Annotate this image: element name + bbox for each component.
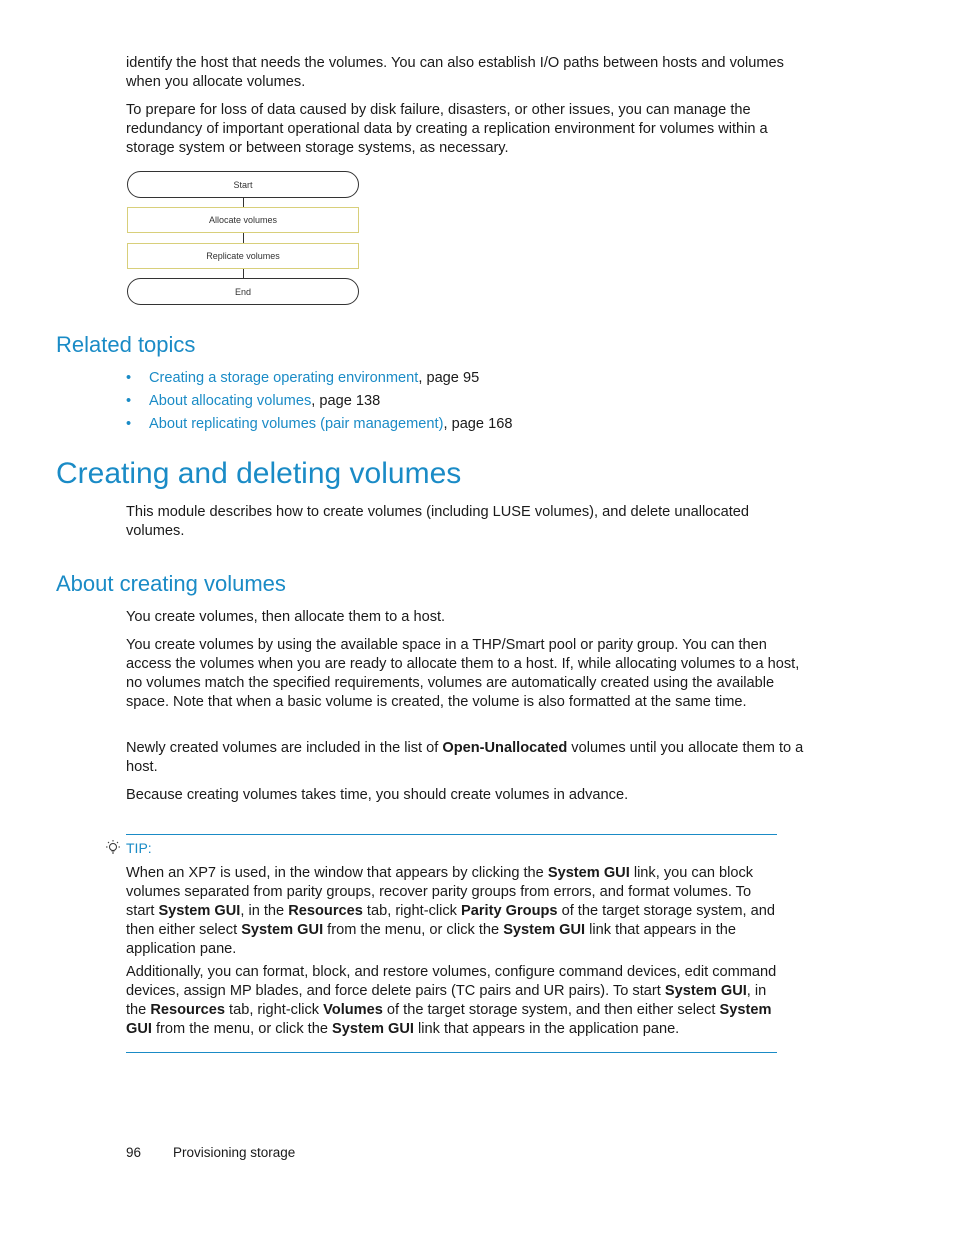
ui-term: System GUI [547,865,630,881]
flow-connector [243,269,244,278]
flow-connector [243,233,244,243]
ui-term: System GUI [503,922,586,938]
related-topic-link[interactable]: Creating a storage operating environment [149,370,418,386]
bullet: • [126,370,132,386]
tip-text: TIP: [126,840,152,856]
tip-paragraph-1: When an XP7 is used, in the window that … [126,864,781,959]
flow-node-allocate: Allocate volumes [127,207,359,233]
ui-term: Resources [150,1002,225,1018]
text: , in the [240,903,289,919]
subsection-paragraph-1: You create volumes, then allocate them t… [126,609,446,625]
text: When an XP7 is used, in the window that … [126,865,548,881]
section-intro: This module describes how to create volu… [126,504,749,539]
ui-term: System GUI [158,903,241,919]
tip-bottom-rule [126,1052,777,1053]
text: link that appears in the application pan… [413,1021,680,1037]
intro-paragraph-2: To prepare for loss of data caused by di… [126,102,768,156]
tip-top-rule [126,834,777,835]
flowchart: Start Allocate volumes Replicate volumes… [127,171,361,307]
chapter-title: Provisioning storage [173,1145,296,1160]
related-topic-link[interactable]: About allocating volumes [149,393,311,409]
bullet: • [126,393,132,409]
ui-term: System GUI [332,1021,414,1037]
related-topic-item: • Creating a storage operating environmen… [126,367,512,390]
ui-term: Resources [288,903,363,919]
text: tab, right-click [224,1002,324,1018]
ui-term: System GUI [241,922,324,938]
related-topic-link[interactable]: About replicating volumes (pair manageme… [149,416,443,432]
page-number: 96 [126,1145,142,1160]
related-topics-list: • Creating a storage operating environmen… [126,367,512,436]
related-topics-heading: Related topics [56,332,196,357]
bullet: • [126,416,132,432]
subsection-title: About creating volumes [56,571,286,596]
ui-term: Open-Unallocated [442,740,568,756]
subsection-paragraph-4: Because creating volumes takes time, you… [126,787,629,803]
related-topic-item: • About replicating volumes (pair managem… [126,413,512,436]
text: Newly created volumes are included in th… [126,740,443,756]
subsection-paragraph-2: You create volumes by using the availabl… [126,637,800,710]
ui-term: Volumes [323,1002,383,1018]
page-ref: , page 95 [418,370,480,386]
page-ref: , page 138 [311,393,381,409]
flow-node-replicate: Replicate volumes [127,243,359,269]
ui-term: System GUI [664,983,747,999]
tip-label: TIP: [104,839,152,857]
flow-node-start: Start [127,171,359,198]
intro-paragraph-1: identify the host that needs the volumes… [126,55,784,90]
flow-connector [243,198,244,207]
text: tab, right-click [362,903,462,919]
related-topic-item: • About allocating volumes, page 138 [126,390,512,413]
text: of the target storage system, and then e… [382,1002,720,1018]
page-ref: , page 168 [443,416,513,432]
lightbulb-icon [106,840,120,854]
subsection-paragraph-3: Newly created volumes are included in th… [126,739,806,777]
text: from the menu, or click the [323,922,504,938]
tip-paragraph-2: Additionally, you can format, block, and… [126,963,781,1039]
text: from the menu, or click the [151,1021,333,1037]
ui-term: Parity Groups [461,903,558,919]
section-title: Creating and deleting volumes [56,457,462,490]
flow-node-end: End [127,278,359,305]
